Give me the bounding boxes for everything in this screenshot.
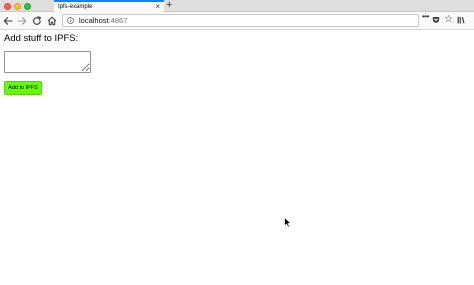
forward-button[interactable] bbox=[16, 14, 28, 27]
tab-title: Ipfs-example bbox=[58, 4, 93, 10]
tab-bar: Ipfs-example × + bbox=[0, 0, 474, 13]
bookmark-star-icon[interactable]: ☆ bbox=[444, 14, 453, 25]
reload-button[interactable] bbox=[31, 14, 43, 27]
back-arrow-icon bbox=[3, 16, 13, 25]
add-to-ipfs-button[interactable]: Add to IPFS bbox=[4, 81, 42, 95]
page-title: Add stuff to IPFS: bbox=[4, 33, 79, 44]
back-button[interactable] bbox=[2, 14, 14, 27]
close-tab-icon[interactable]: × bbox=[155, 2, 160, 11]
page-actions-icon[interactable]: ••• bbox=[422, 13, 429, 21]
ipfs-content-input[interactable] bbox=[4, 51, 91, 73]
address-bar[interactable]: localhost:4867 bbox=[62, 14, 419, 27]
url-port: :4867 bbox=[108, 16, 128, 25]
home-button[interactable] bbox=[46, 14, 58, 27]
forward-arrow-icon bbox=[17, 16, 27, 25]
minimize-window-button[interactable] bbox=[14, 3, 21, 10]
url-host: localhost bbox=[79, 16, 109, 25]
pocket-icon[interactable] bbox=[432, 16, 440, 24]
close-window-button[interactable] bbox=[4, 3, 11, 10]
navigation-toolbar: localhost:4867 bbox=[0, 12, 474, 30]
new-tab-icon[interactable]: + bbox=[166, 0, 172, 11]
info-icon[interactable] bbox=[67, 17, 74, 24]
mouse-pointer-icon bbox=[284, 217, 292, 228]
zoom-window-button[interactable] bbox=[24, 3, 31, 10]
url-text: localhost:4867 bbox=[79, 16, 127, 26]
library-icon[interactable] bbox=[457, 16, 465, 24]
reload-icon bbox=[33, 15, 41, 25]
home-icon bbox=[47, 16, 57, 25]
